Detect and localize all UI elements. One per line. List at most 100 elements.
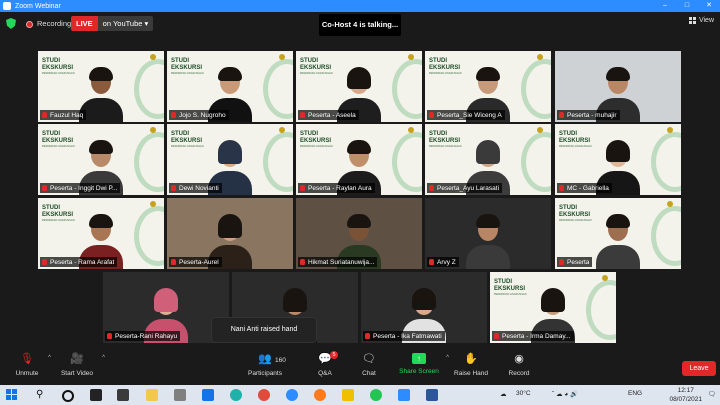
chat-button[interactable]: 🗨 Chat — [354, 353, 384, 377]
chevron-up-icon[interactable]: ^ — [102, 355, 105, 361]
video-off-icon: 🎥 — [70, 353, 84, 365]
language-indicator[interactable]: ENG — [628, 390, 642, 397]
video-tile[interactable]: STUDI EKSKURSI PENDIDIKAN LINGKUNGAN Peser… — [296, 51, 422, 122]
tile-banner: STUDI EKSKURSI PENDIDIKAN LINGKUNGAN — [171, 58, 204, 75]
participant-nameplate: Peserta - Inggit Dwi P... — [40, 183, 121, 193]
chrome-icon[interactable] — [258, 389, 270, 401]
tile-banner: STUDI EKSKURSI PENDIDIKAN LINGKUNGAN — [42, 205, 75, 222]
participants-count: 160 — [275, 357, 286, 364]
video-tile[interactable]: STUDI EKSKURSI PENDIDIKAN LINGKUNGAN Peser… — [555, 198, 681, 269]
minimize-icon[interactable]: – — [654, 0, 676, 12]
record-button[interactable]: ◉ Record — [502, 353, 536, 377]
store-icon[interactable] — [117, 389, 129, 401]
spotify-icon[interactable] — [370, 389, 382, 401]
tile-banner: STUDI EKSKURSI PENDIDIKAN LINGKUNGAN — [429, 131, 462, 148]
chat-icon: 🗨 — [362, 353, 376, 365]
muted-mic-icon — [171, 112, 176, 118]
tile-banner: STUDI EKSKURSI PENDIDIKAN LINGKUNGAN — [42, 131, 75, 148]
muted-mic-icon — [42, 112, 47, 118]
university-seal-icon — [667, 201, 673, 207]
muted-mic-icon — [300, 185, 305, 191]
unmute-label: Unmute — [15, 370, 39, 377]
video-tile[interactable]: Arvy Z — [425, 198, 551, 269]
raised-hand-notification: Nani Anti raised hand — [212, 318, 316, 342]
raise-hand-button[interactable]: ✋ Raise Hand — [452, 353, 490, 377]
maximize-icon[interactable]: □ — [676, 0, 698, 12]
leave-button[interactable]: Leave — [682, 361, 716, 376]
participant-nameplate: Peserta — [557, 257, 593, 267]
search-icon[interactable]: ⚲ — [36, 389, 48, 401]
video-tile[interactable]: Peserta-Rani Rahayu — [103, 272, 229, 343]
task-view-icon[interactable] — [62, 390, 74, 402]
muted-mic-icon — [42, 259, 47, 265]
video-tile[interactable]: Hikmat Suriatanuwija... — [296, 198, 422, 269]
live-stream-button[interactable]: LIVE on YouTube ▾ — [71, 16, 154, 31]
live-badge: LIVE — [71, 16, 98, 31]
unmute-button[interactable]: 🎙 Unmute ^ — [10, 353, 51, 377]
video-tile[interactable]: STUDI EKSKURSI PENDIDIKAN LINGKUNGAN Peser… — [425, 124, 551, 195]
muted-mic-icon — [300, 112, 305, 118]
muted-mic-icon — [42, 185, 47, 191]
participant-name: Peserta - Inggit Dwi P... — [50, 184, 118, 192]
tray-icons[interactable]: ˆ ☁ ◕ 🔊 — [552, 390, 578, 398]
video-tile[interactable]: Peserta - muhajir — [555, 51, 681, 122]
participant-name: Peserta_Ayu Larasati — [437, 184, 500, 192]
video-tile[interactable]: STUDI EKSKURSI PENDIDIKAN LINGKUNGAN Jojo … — [167, 51, 293, 122]
video-tile[interactable]: STUDI EKSKURSI PENDIDIKAN LINGKUNGAN Peser… — [38, 124, 164, 195]
participant-name: Arvy Z — [437, 258, 456, 266]
tile-banner: STUDI EKSKURSI PENDIDIKAN LINGKUNGAN — [42, 58, 75, 75]
taskbar-clock[interactable]: 12:17 08/07/2021 — [669, 386, 702, 404]
video-tile[interactable]: STUDI EKSKURSI PENDIDIKAN LINGKUNGAN Peser… — [296, 124, 422, 195]
record-icon: ◉ — [514, 353, 524, 365]
participant-name: Jojo S. Nugroho — [179, 111, 226, 119]
participant-nameplate: Peserta - Irma Damay... — [492, 331, 574, 341]
windows-taskbar: ⚲ ☁ 30°C ˆ ☁ ◕ 🔊 ENG 12:17 08/07/2021 🗨 — [0, 385, 720, 405]
video-tile[interactable]: STUDI EKSKURSI PENDIDIKAN LINGKUNGAN Fauzu… — [38, 51, 164, 122]
chevron-up-icon[interactable]: ^ — [48, 355, 51, 361]
tile-banner: STUDI EKSKURSI PENDIDIKAN LINGKUNGAN — [171, 131, 204, 148]
recording-icon — [26, 21, 33, 28]
video-tile[interactable]: STUDI EKSKURSI PENDIDIKAN LINGKUNGAN Peser… — [425, 51, 551, 122]
participant-name: Fauzul Haq — [50, 111, 84, 119]
sticky-notes-icon[interactable] — [342, 389, 354, 401]
view-label: View — [698, 17, 714, 24]
file-explorer-icon[interactable] — [146, 389, 158, 401]
weather-icon[interactable]: ☁ — [500, 390, 507, 398]
start-video-button[interactable]: 🎥 Start Video ^ — [56, 353, 105, 377]
app-icon[interactable] — [90, 389, 102, 401]
video-tile[interactable]: STUDI EKSKURSI PENDIDIKAN LINGKUNGAN Peser… — [38, 198, 164, 269]
video-tile[interactable]: Peserta-Aurel — [167, 198, 293, 269]
video-tile[interactable]: STUDI EKSKURSI PENDIDIKAN LINGKUNGAN MC - … — [555, 124, 681, 195]
view-button[interactable]: View — [688, 17, 714, 24]
university-seal-icon — [537, 127, 543, 133]
windows-start-icon[interactable] — [6, 389, 18, 401]
edge-icon[interactable] — [230, 389, 242, 401]
share-screen-button[interactable]: ↑ Share Screen ^ — [396, 353, 449, 375]
video-tile[interactable]: STUDI EKSKURSI PENDIDIKAN LINGKUNGAN Peser… — [490, 272, 616, 343]
participant-nameplate: Peserta - muhajir — [557, 110, 620, 120]
participant-nameplate: Peserta - Aseela — [298, 110, 359, 120]
close-icon[interactable]: ✕ — [698, 0, 720, 12]
firefox-icon[interactable] — [314, 389, 326, 401]
participant-video — [596, 211, 640, 269]
shield-icon[interactable] — [6, 18, 16, 29]
word-icon[interactable] — [426, 389, 438, 401]
weather-temp[interactable]: 30°C — [516, 390, 531, 397]
video-tile[interactable]: Peserta - Ika Fatmawati — [361, 272, 487, 343]
chevron-up-icon[interactable]: ^ — [446, 355, 449, 361]
participant-video — [466, 211, 510, 269]
recording-label: Recording — [37, 19, 72, 28]
zoom-icon[interactable] — [398, 389, 410, 401]
video-tile[interactable]: STUDI EKSKURSI PENDIDIKAN LINGKUNGAN Dewi … — [167, 124, 293, 195]
participant-nameplate: Peserta - Rama Arafat — [40, 257, 118, 267]
raise-hand-label: Raise Hand — [454, 370, 488, 377]
muted-mic-icon — [365, 333, 370, 339]
clock-time: 12:17 — [677, 387, 694, 394]
notifications-icon[interactable]: 🗨 — [708, 390, 716, 398]
participant-name: Peserta - Rama Arafat — [50, 258, 115, 266]
participant-nameplate: Peserta-Rani Rahayu — [105, 331, 181, 341]
muted-mic-icon — [429, 259, 434, 265]
mail-icon[interactable] — [202, 389, 214, 401]
app-icon[interactable] — [174, 389, 186, 401]
app-icon[interactable] — [286, 389, 298, 401]
